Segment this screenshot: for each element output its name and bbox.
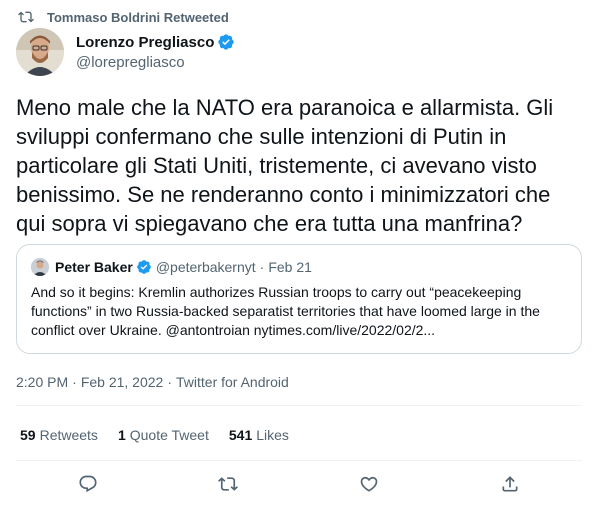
author-name[interactable]: Lorenzo Pregliasco [76, 34, 214, 51]
tweet-body: Meno male che la NATO era paranoica e al… [16, 95, 554, 236]
retweets-label: Retweets [39, 427, 98, 443]
timestamp-separator: · [72, 374, 77, 390]
action-bar [0, 470, 598, 498]
retweet-button[interactable] [216, 472, 240, 496]
quoted-tweet[interactable]: Peter Baker @peterbakernyt · Feb 21 And … [16, 244, 582, 354]
author-handle[interactable]: @lorepregliasco [76, 54, 235, 71]
likes-label: Likes [256, 427, 289, 443]
verified-badge-icon [218, 34, 235, 50]
quoted-separator: · [259, 259, 265, 275]
author-block[interactable]: Lorenzo Pregliasco @lorepregliasco [76, 32, 235, 71]
tweet-source[interactable]: Twitter for Android [176, 374, 289, 390]
verified-badge-icon [136, 260, 151, 274]
quote-tweets-count: 1 [117, 427, 126, 443]
retweets-stat[interactable]: 59 Retweets [20, 427, 98, 443]
reply-icon [79, 475, 97, 493]
reply-button[interactable] [76, 472, 100, 496]
tweet-timestamp: 2:20 PM · Feb 21, 2022 · Twitter for And… [16, 372, 289, 392]
quoted-author-avatar [31, 258, 49, 276]
retweets-count: 59 [20, 427, 36, 443]
quote-tweets-stat[interactable]: 1 Quote Tweet [118, 427, 209, 443]
divider [16, 405, 582, 406]
quoted-author-name: Peter Baker [55, 259, 133, 275]
tweet-time[interactable]: 2:20 PM [16, 374, 68, 390]
retweet-context[interactable]: Tommaso Boldrini Retweeted [18, 8, 229, 26]
author-avatar[interactable] [16, 28, 64, 76]
likes-stat[interactable]: 541 Likes [229, 427, 289, 443]
tweet-stats: 59 Retweets 1 Quote Tweet 541 Likes [20, 425, 309, 445]
likes-count: 541 [228, 427, 253, 443]
divider [16, 460, 582, 461]
timestamp-separator: · [167, 374, 172, 390]
share-icon [502, 476, 518, 492]
like-button[interactable] [357, 472, 381, 496]
retweet-icon [18, 11, 34, 23]
like-icon [360, 476, 378, 492]
tweet-date[interactable]: Feb 21, 2022 [81, 374, 164, 390]
quoted-author-handle: @peterbakernyt [155, 259, 256, 275]
retweet-icon [218, 477, 238, 491]
quote-tweets-label: Quote Tweet [129, 427, 209, 443]
quoted-tweet-body: And so it begins: Kremlin authorizes Rus… [31, 284, 540, 338]
quoted-date: Feb 21 [268, 259, 312, 275]
share-button[interactable] [498, 472, 522, 496]
retweet-context-label: Tommaso Boldrini Retweeted [47, 9, 229, 25]
